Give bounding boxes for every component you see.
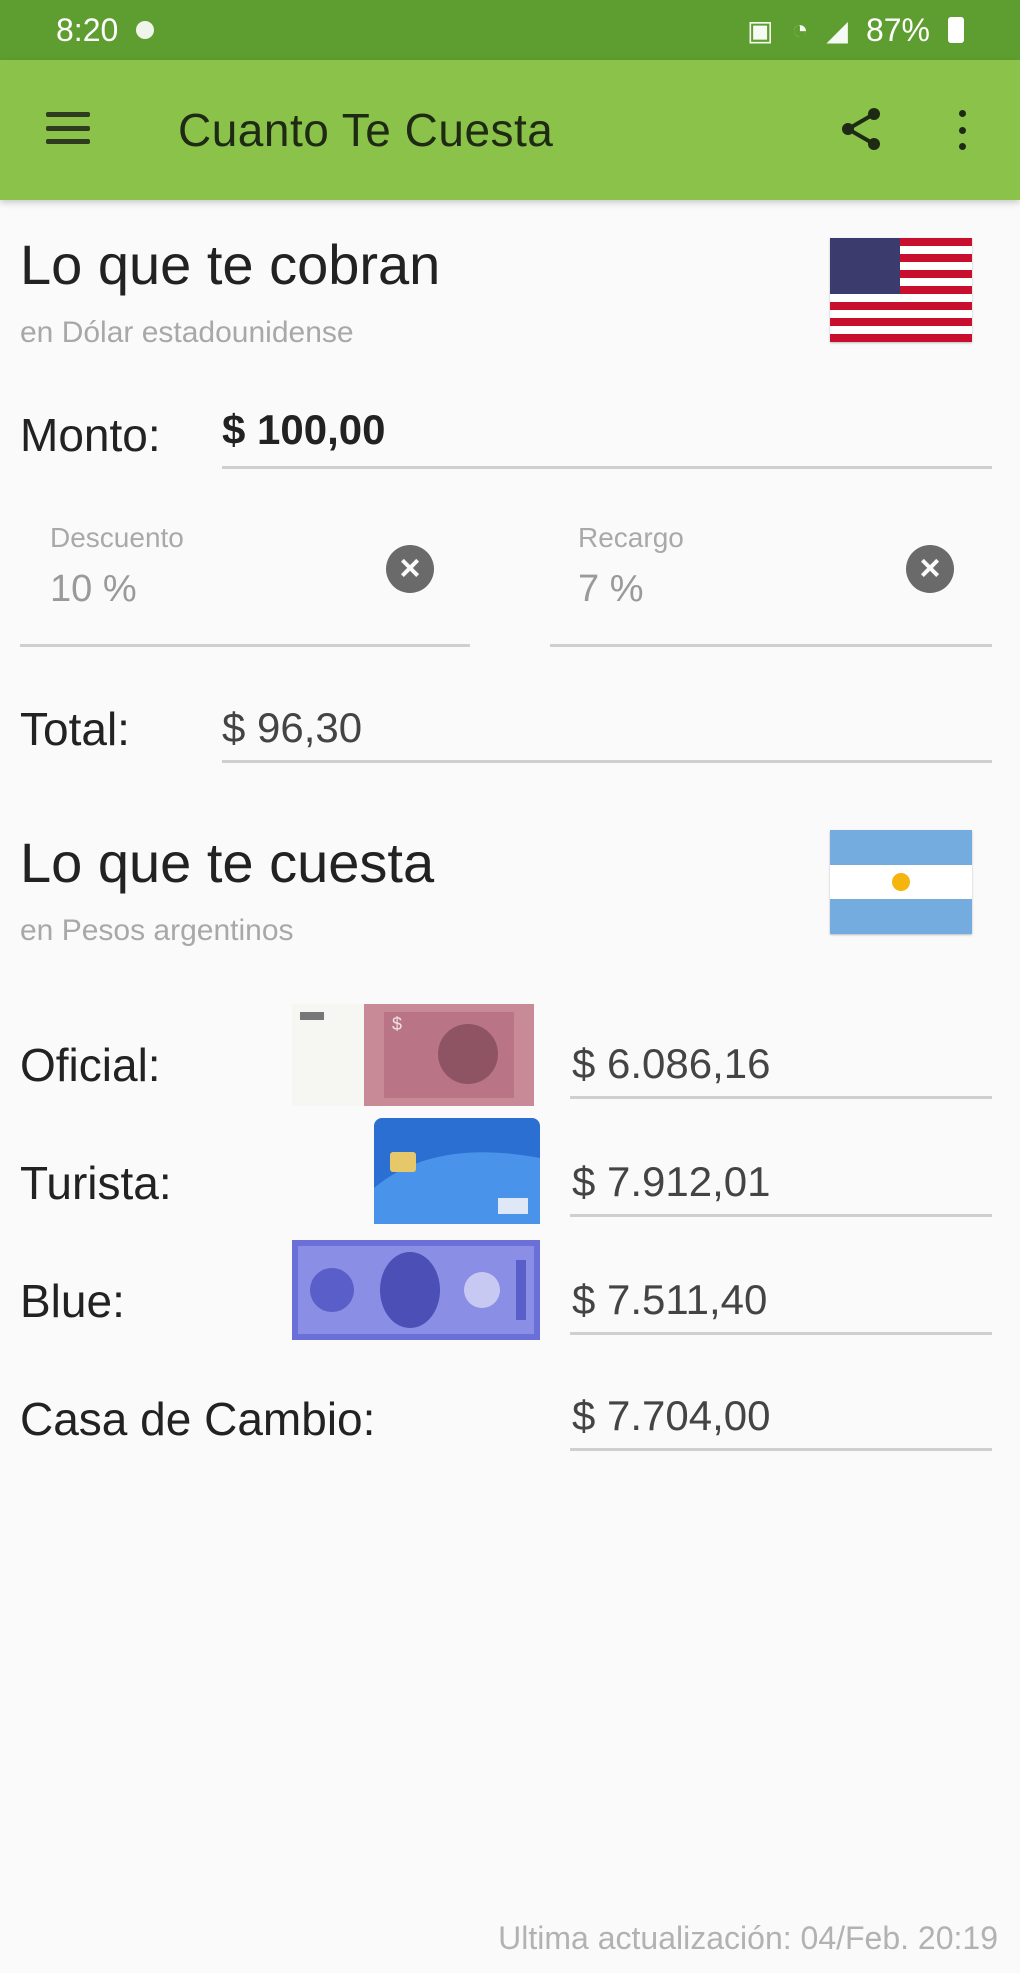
cost-subtitle: en Pesos argentinos: [20, 914, 294, 947]
more-vert-icon[interactable]: [950, 106, 974, 154]
nfc-icon: ▣: [747, 14, 774, 46]
blue-label: Blue:: [20, 1275, 125, 1327]
battery-icon: [948, 17, 964, 43]
last-update-text: Ultima actualización: 04/Feb. 20:19: [498, 1920, 998, 1956]
battery-percent: 87%: [865, 11, 930, 48]
status-time: 8:20: [56, 11, 119, 48]
amount-label: Monto:: [20, 409, 161, 461]
total-value: $ 96,30: [222, 704, 363, 751]
discount-underline: [20, 644, 470, 647]
turista-value: $ 7.912,01: [572, 1158, 771, 1205]
surcharge-hint: Recargo: [578, 522, 684, 553]
cost-title: Lo que te cuesta: [20, 831, 435, 894]
discount-input[interactable]: 10 %: [50, 568, 137, 611]
charged-title: Lo que te cobran: [20, 233, 441, 296]
turista-label: Turista:: [20, 1157, 172, 1209]
menu-icon[interactable]: [44, 104, 92, 152]
charged-subtitle: en Dólar estadounidense: [20, 316, 354, 349]
status-bar: 8:20 ▣ ◔ ◢ 87%: [0, 0, 1020, 60]
surcharge-input[interactable]: 7 %: [578, 568, 643, 611]
amount-input[interactable]: $ 100,00: [222, 406, 386, 454]
peso-banknote-image: $: [292, 1004, 534, 1106]
oficial-value: $ 6.086,16: [572, 1040, 771, 1087]
turista-underline: [570, 1214, 992, 1217]
casa-de-cambio-underline: [570, 1448, 992, 1451]
casa-de-cambio-value: $ 7.704,00: [572, 1392, 771, 1439]
clear-surcharge-icon[interactable]: ×: [906, 545, 954, 593]
svg-text:$: $: [392, 1014, 402, 1034]
us-flag[interactable]: [830, 238, 972, 342]
discount-hint: Descuento: [50, 522, 184, 553]
share-icon[interactable]: [836, 104, 886, 154]
app-title: Cuanto Te Cuesta: [178, 104, 554, 156]
clear-discount-icon[interactable]: ×: [386, 545, 434, 593]
signal-icon: ◢: [826, 14, 848, 46]
total-label: Total:: [20, 703, 130, 755]
credit-card-image: [374, 1118, 540, 1224]
total-underline: [222, 760, 992, 763]
notification-icon: [136, 21, 155, 39]
oficial-underline: [570, 1096, 992, 1099]
dollar-banknote-image: [292, 1240, 540, 1340]
oficial-label: Oficial:: [20, 1039, 161, 1091]
amount-underline: [222, 466, 992, 469]
casa-de-cambio-label: Casa de Cambio:: [20, 1393, 376, 1445]
argentina-flag[interactable]: [830, 830, 972, 934]
app-bar: Cuanto Te Cuesta: [0, 60, 1020, 200]
blue-underline: [570, 1332, 992, 1335]
blue-value: $ 7.511,40: [572, 1276, 768, 1323]
surcharge-underline: [550, 644, 992, 647]
wifi-icon: ◔: [791, 14, 809, 45]
